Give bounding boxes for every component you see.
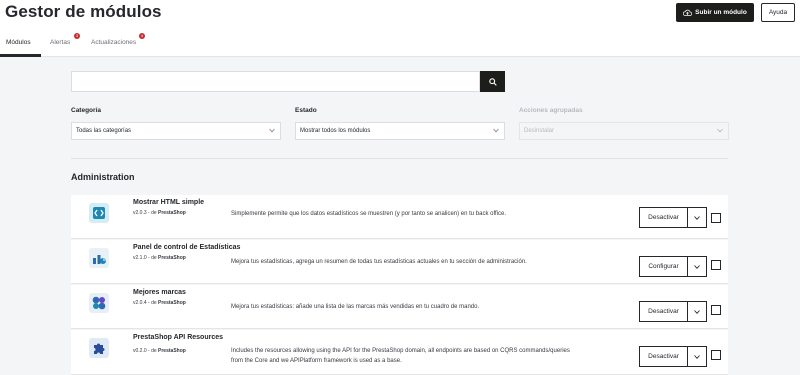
module-checkbox[interactable] [711, 350, 721, 360]
module-version: v0.2.0 - de PrestaShop [133, 348, 186, 354]
search-icon [488, 77, 497, 86]
module-name: PrestaShop API Resources [133, 334, 223, 341]
deactivate-button[interactable]: Desactivar [639, 207, 687, 228]
module-row: PrestaShop API Resources v0.2.0 - de Pre… [71, 330, 728, 375]
best-brands-icon [89, 293, 109, 313]
module-row: Panel de control de Estadísticas v2.1.0 … [71, 240, 728, 284]
module-name: Panel de control de Estadísticas [133, 244, 241, 251]
module-version: v2.0.4 - de PrestaShop [133, 300, 186, 306]
alerts-badge: 3 [74, 33, 80, 39]
module-description: Includes the resources allowing using th… [231, 348, 570, 364]
tab-updates[interactable]: Actualizaciones [91, 39, 136, 46]
chevron-down-icon [694, 354, 700, 359]
module-name: Mostrar HTML simple [133, 199, 205, 206]
puzzle-icon [89, 338, 109, 358]
html-stats-icon [89, 203, 109, 223]
module-checkbox[interactable] [711, 305, 721, 315]
chevron-down-icon [269, 128, 275, 133]
status-filter-label: Estado [295, 107, 317, 114]
category-filter-label: Categoría [71, 107, 101, 114]
category-select-value: Todas las categorías [76, 128, 132, 134]
active-tab-indicator [0, 54, 41, 57]
module-checkbox[interactable] [711, 260, 721, 270]
status-select-value: Mostrar todos los módulos [300, 128, 371, 134]
upload-module-button[interactable]: Subir un módulo [676, 3, 754, 22]
tab-modules[interactable]: Módulos [6, 39, 31, 46]
module-actions-dropdown[interactable] [687, 256, 707, 277]
module-actions-dropdown[interactable] [687, 207, 707, 228]
chevron-down-icon [694, 264, 700, 269]
deactivate-button[interactable]: Desactivar [639, 301, 687, 322]
cloud-upload-icon [683, 9, 693, 16]
bulk-actions-select: Desinstalar [519, 122, 729, 140]
deactivate-button[interactable]: Desactivar [639, 346, 687, 367]
chevron-down-icon [694, 215, 700, 220]
page-title: Gestor de módulos [5, 2, 162, 21]
tab-alerts[interactable]: Alertas [50, 39, 70, 46]
module-version: v2.0.3 - de PrestaShop [133, 210, 186, 216]
upload-module-label: Subir un módulo [695, 9, 747, 16]
module-description: Mejora tus estadísticas: añade una lista… [231, 304, 480, 310]
module-actions-dropdown[interactable] [687, 346, 707, 367]
module-name: Mejores marcas [133, 289, 186, 296]
module-actions-dropdown[interactable] [687, 301, 707, 322]
search-button[interactable] [480, 71, 505, 92]
stats-dashboard-icon [89, 248, 109, 268]
category-select[interactable]: Todas las categorías [71, 122, 281, 140]
module-description: Mejora tus estadísticas, agrega un resum… [231, 259, 527, 265]
chevron-down-icon [694, 309, 700, 314]
status-select[interactable]: Mostrar todos los módulos [295, 122, 505, 140]
page-header: Gestor de módulos Subir un módulo Ayuda … [0, 0, 800, 57]
configure-button[interactable]: Configurar [639, 256, 687, 277]
chevron-down-icon [717, 128, 723, 133]
module-row: Mostrar HTML simple v2.0.3 - de PrestaSh… [71, 195, 728, 239]
bulk-actions-value: Desinstalar [524, 128, 555, 134]
module-checkbox[interactable] [711, 213, 721, 223]
search-input[interactable] [71, 71, 480, 92]
divider [71, 158, 728, 159]
section-title: Administration [71, 172, 135, 182]
help-button[interactable]: Ayuda [761, 3, 795, 22]
module-version: v2.1.0 - de PrestaShop [133, 255, 186, 261]
module-row: Mejores marcas v2.0.4 - de PrestaShop Me… [71, 285, 728, 329]
updates-badge: 4 [139, 33, 145, 39]
module-description: Simplemente permite que los datos estadí… [231, 211, 507, 217]
chevron-down-icon [493, 128, 499, 133]
bulk-actions-label: Acciones agrupadas [519, 107, 583, 114]
